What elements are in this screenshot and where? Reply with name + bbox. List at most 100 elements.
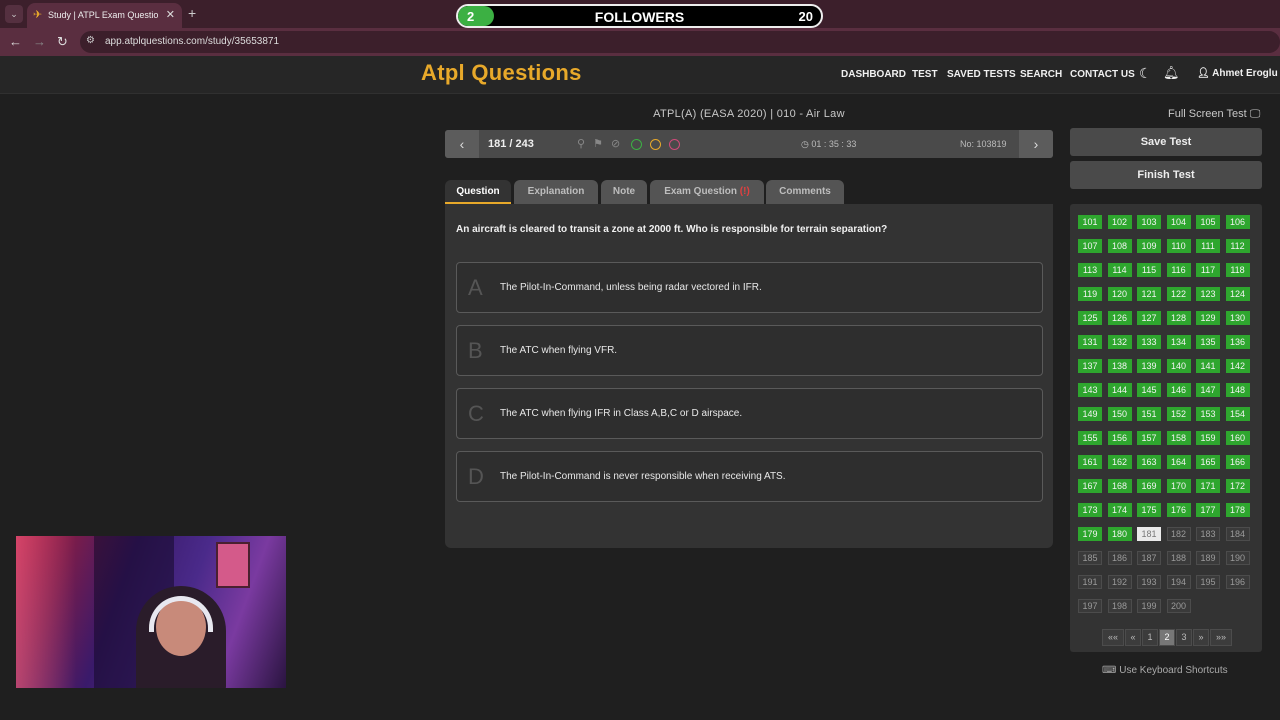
question-grid-cell[interactable]: 120 bbox=[1107, 287, 1132, 301]
question-grid-cell[interactable]: 135 bbox=[1196, 335, 1220, 349]
answer-option-d[interactable]: D The Pilot-In-Command is never responsi… bbox=[456, 451, 1043, 502]
question-grid-cell[interactable]: 185 bbox=[1078, 551, 1102, 565]
answer-option-c[interactable]: C The ATC when flying IFR in Class A,B,C… bbox=[456, 388, 1043, 439]
pagination-item[interactable]: 1 bbox=[1142, 629, 1158, 646]
keyboard-shortcuts-link[interactable]: ⌨ Use Keyboard Shortcuts bbox=[1102, 665, 1228, 676]
question-grid-cell[interactable]: 143 bbox=[1078, 383, 1102, 397]
question-grid-cell[interactable]: 153 bbox=[1196, 407, 1220, 421]
prev-question-button[interactable]: ‹ bbox=[445, 130, 479, 158]
tab-close-icon[interactable]: ✕ bbox=[166, 8, 175, 21]
question-grid-cell[interactable]: 173 bbox=[1078, 503, 1102, 517]
back-arrow-icon[interactable]: ← bbox=[9, 34, 22, 49]
question-grid-cell[interactable]: 131 bbox=[1078, 335, 1102, 349]
question-grid-cell[interactable]: 102 bbox=[1107, 215, 1132, 229]
question-grid-cell[interactable]: 123 bbox=[1196, 287, 1220, 301]
question-grid-cell[interactable]: 148 bbox=[1225, 383, 1250, 397]
question-grid-cell[interactable]: 110 bbox=[1166, 239, 1191, 253]
question-grid-cell[interactable]: 200 bbox=[1166, 599, 1191, 613]
tab-comments[interactable]: Comments bbox=[766, 180, 844, 204]
finish-test-button[interactable]: Finish Test bbox=[1070, 161, 1262, 189]
question-grid-cell[interactable]: 149 bbox=[1078, 407, 1102, 421]
question-grid-cell[interactable]: 130 bbox=[1225, 311, 1250, 325]
question-grid-cell[interactable]: 186 bbox=[1107, 551, 1132, 565]
question-grid-cell[interactable]: 191 bbox=[1078, 575, 1102, 589]
pin-icon[interactable]: ⚲ bbox=[577, 137, 585, 150]
site-info-icon[interactable]: ⚙ bbox=[86, 35, 95, 46]
nav-dashboard[interactable]: DASHBOARD bbox=[841, 69, 906, 80]
question-grid-cell[interactable]: 122 bbox=[1166, 287, 1191, 301]
question-grid-cell[interactable]: 133 bbox=[1137, 335, 1161, 349]
question-grid-cell[interactable]: 188 bbox=[1166, 551, 1191, 565]
new-tab-icon[interactable]: + bbox=[188, 5, 196, 21]
question-grid-cell[interactable]: 106 bbox=[1225, 215, 1250, 229]
url-text[interactable]: app.atplquestions.com/study/35653871 bbox=[105, 36, 279, 47]
nav-contact-us[interactable]: CONTACT US bbox=[1070, 69, 1135, 80]
question-grid-cell[interactable]: 118 bbox=[1225, 263, 1250, 277]
question-grid-cell[interactable]: 178 bbox=[1225, 503, 1250, 517]
question-grid-cell[interactable]: 127 bbox=[1137, 311, 1161, 325]
nav-search[interactable]: SEARCH bbox=[1020, 69, 1062, 80]
red-marker-icon[interactable] bbox=[669, 139, 680, 150]
flag-icon[interactable]: ⚑ bbox=[593, 137, 603, 150]
question-grid-cell[interactable]: 129 bbox=[1196, 311, 1220, 325]
question-grid-cell[interactable]: 159 bbox=[1196, 431, 1220, 445]
question-grid-cell[interactable]: 136 bbox=[1225, 335, 1250, 349]
question-grid-cell[interactable]: 182 bbox=[1166, 527, 1191, 541]
full-screen-test-button[interactable]: Full Screen Test 🖵︎ bbox=[1168, 108, 1260, 121]
question-grid-cell[interactable]: 176 bbox=[1166, 503, 1191, 517]
question-grid-cell[interactable]: 119 bbox=[1078, 287, 1102, 301]
question-grid-cell[interactable]: 147 bbox=[1196, 383, 1220, 397]
question-grid-cell[interactable]: 189 bbox=[1196, 551, 1220, 565]
forward-arrow-icon[interactable]: → bbox=[33, 34, 46, 49]
question-grid-cell[interactable]: 108 bbox=[1107, 239, 1132, 253]
question-grid-cell[interactable]: 114 bbox=[1107, 263, 1132, 277]
answer-option-b[interactable]: B The ATC when flying VFR. bbox=[456, 325, 1043, 376]
reload-icon[interactable]: ↻ bbox=[57, 34, 68, 50]
user-menu[interactable]: 👤︎ Ahmet Eroglu ▾ bbox=[1197, 68, 1280, 79]
question-grid-cell[interactable]: 116 bbox=[1166, 263, 1191, 277]
question-grid-cell[interactable]: 168 bbox=[1107, 479, 1132, 493]
question-grid-cell[interactable]: 121 bbox=[1137, 287, 1161, 301]
question-grid-cell[interactable]: 128 bbox=[1166, 311, 1191, 325]
question-grid-cell[interactable]: 177 bbox=[1196, 503, 1220, 517]
question-grid-cell[interactable]: 152 bbox=[1166, 407, 1191, 421]
question-grid-cell[interactable]: 105 bbox=[1196, 215, 1220, 229]
nav-test[interactable]: TEST bbox=[912, 69, 938, 80]
question-grid-cell[interactable]: 162 bbox=[1107, 455, 1132, 469]
site-logo[interactable]: Atpl Questions bbox=[421, 60, 582, 86]
question-grid-cell[interactable]: 158 bbox=[1166, 431, 1191, 445]
question-grid-cell[interactable]: 150 bbox=[1107, 407, 1132, 421]
question-grid-cell[interactable]: 184 bbox=[1225, 527, 1250, 541]
question-grid-cell[interactable]: 139 bbox=[1137, 359, 1161, 373]
question-grid-cell[interactable]: 183 bbox=[1196, 527, 1220, 541]
question-grid-cell[interactable]: 146 bbox=[1166, 383, 1191, 397]
question-grid-cell[interactable]: 151 bbox=[1137, 407, 1161, 421]
question-grid-cell[interactable]: 170 bbox=[1166, 479, 1191, 493]
question-grid-cell[interactable]: 141 bbox=[1196, 359, 1220, 373]
ban-icon[interactable]: ⊘ bbox=[611, 137, 620, 150]
question-grid-cell[interactable]: 138 bbox=[1107, 359, 1132, 373]
tab-question[interactable]: Question bbox=[445, 180, 511, 204]
question-grid-cell[interactable]: 137 bbox=[1078, 359, 1102, 373]
question-grid-cell[interactable]: 111 bbox=[1196, 239, 1220, 253]
yellow-marker-icon[interactable] bbox=[650, 139, 661, 150]
question-grid-cell[interactable]: 112 bbox=[1225, 239, 1250, 253]
question-grid-cell[interactable]: 124 bbox=[1225, 287, 1250, 301]
question-grid-cell[interactable]: 169 bbox=[1137, 479, 1161, 493]
question-grid-cell[interactable]: 113 bbox=[1078, 263, 1102, 277]
question-grid-cell[interactable]: 144 bbox=[1107, 383, 1132, 397]
pagination-item[interactable]: » bbox=[1193, 629, 1209, 646]
notification-bell-icon[interactable]: 🔔︎ bbox=[1163, 65, 1180, 81]
save-test-button[interactable]: Save Test bbox=[1070, 128, 1262, 156]
question-grid-cell[interactable]: 157 bbox=[1137, 431, 1161, 445]
question-grid-cell[interactable]: 174 bbox=[1107, 503, 1132, 517]
question-grid-cell[interactable]: 142 bbox=[1225, 359, 1250, 373]
question-grid-cell[interactable]: 192 bbox=[1107, 575, 1132, 589]
pagination-item[interactable]: «« bbox=[1102, 629, 1124, 646]
tab-note[interactable]: Note bbox=[601, 180, 647, 204]
pagination-item[interactable]: 2 bbox=[1159, 629, 1175, 646]
question-grid-cell[interactable]: 132 bbox=[1107, 335, 1132, 349]
question-grid-cell[interactable]: 156 bbox=[1107, 431, 1132, 445]
question-grid-cell[interactable]: 197 bbox=[1078, 599, 1102, 613]
question-grid-cell[interactable]: 103 bbox=[1137, 215, 1161, 229]
